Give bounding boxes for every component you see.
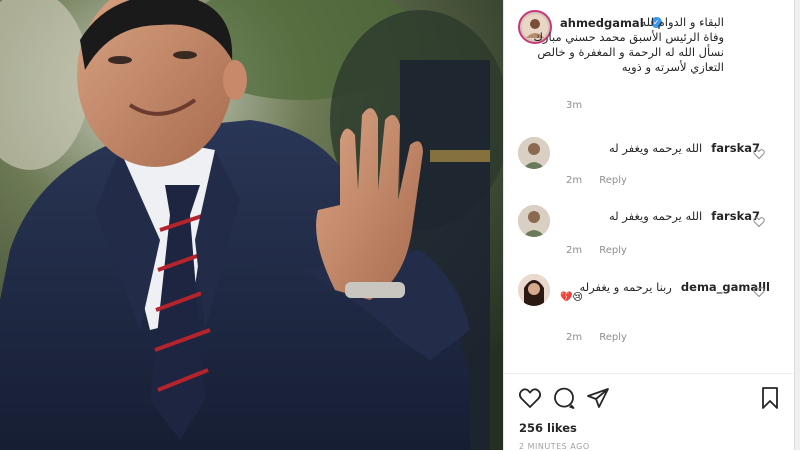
comment-body: ربنا يرحمه و يغفرله dema_gamalll <box>560 276 771 295</box>
reply-link[interactable]: Reply <box>599 332 627 343</box>
like-comment-heart-icon[interactable] <box>753 216 765 228</box>
action-bar: 256 likes <box>504 373 795 451</box>
comment-text: الله يرحمه ويغفر له <box>608 209 703 223</box>
comment-avatar[interactable] <box>518 205 550 237</box>
caption-line: نسأل الله له الرحمة و المغفرة و خالص <box>537 45 724 59</box>
comment-body: الله يرحمه ويغفر له farska7 <box>560 137 760 156</box>
caption-line: البقاء و الدوام لله <box>640 15 725 29</box>
post-caption: البقاء و الدوام لله وفاة الرئيس الأسبق م… <box>518 15 724 75</box>
bookmark-icon[interactable] <box>758 386 782 410</box>
comment-body: الله يرحمه ويغفر له farska7 <box>560 205 760 224</box>
reply-link[interactable]: Reply <box>599 175 627 186</box>
comment-meta: 2m Reply <box>566 238 627 257</box>
post-panel: ahmedgamal ✓ البقاء و الدوام لله وفاة ال… <box>503 0 795 451</box>
share-icon[interactable] <box>586 386 610 410</box>
caption-line: التعازي لأسرته و ذويه <box>621 60 724 74</box>
caption-block: ahmedgamal ✓ البقاء و الدوام لله وفاة ال… <box>518 10 782 111</box>
comment-text: ربنا يرحمه و يغفرله <box>579 280 672 294</box>
right-edge-divider <box>794 0 800 450</box>
like-comment-heart-icon[interactable] <box>753 148 765 160</box>
like-comment-heart-icon[interactable] <box>753 286 765 298</box>
comment-avatar[interactable] <box>518 137 550 169</box>
user-avatar-icon <box>518 137 550 169</box>
likes-count[interactable]: 256 likes <box>519 421 577 435</box>
comment-meta: 2m Reply <box>566 325 627 344</box>
reply-link[interactable]: Reply <box>599 245 627 256</box>
comment-avatar[interactable] <box>518 274 550 306</box>
comment-item: الله يرحمه ويغفر له farska7 2m Reply <box>518 133 788 188</box>
comment-time: 2m <box>566 175 583 186</box>
comment-time: 2m <box>566 245 583 256</box>
comment-text: الله يرحمه ويغفر له <box>608 141 703 155</box>
comment-item: الله يرحمه ويغفر له farska7 2m Reply <box>518 201 788 256</box>
heart-icon[interactable] <box>518 386 542 410</box>
user-avatar-icon <box>518 205 550 237</box>
user-avatar-icon <box>518 274 550 306</box>
post-photo <box>0 0 503 450</box>
comment-time: 2m <box>566 332 583 343</box>
comment-item: ربنا يرحمه و يغفرله dema_gamalll 💔😢 2m R… <box>518 272 788 344</box>
caption-line: وفاة الرئيس الأسبق محمد حسني مبارك <box>533 30 724 44</box>
comment-meta: 2m Reply <box>566 168 627 187</box>
comment-emoji: 💔😢 <box>560 292 583 303</box>
caption-time: 3m <box>566 100 583 111</box>
comment-icon[interactable] <box>552 386 576 410</box>
